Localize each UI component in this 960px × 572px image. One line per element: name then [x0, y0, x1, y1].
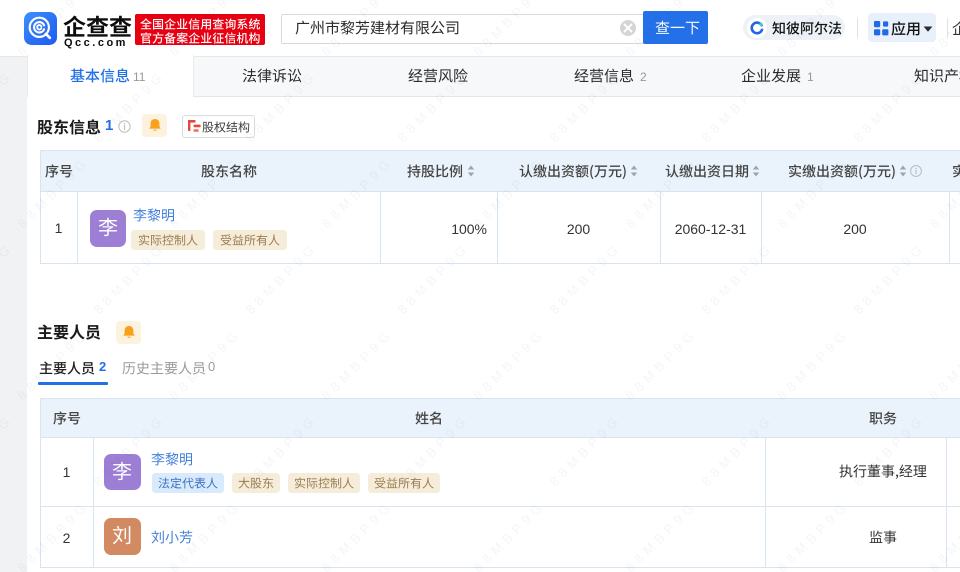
svg-text:88MBP9G: 88MBP9G [775, 325, 853, 403]
svg-text:88MBP9G: 88MBP9G [319, 497, 397, 572]
svg-text:88MBP9G: 88MBP9G [851, 239, 929, 317]
svg-text:88MBP9G: 88MBP9G [699, 239, 777, 317]
svg-text:88MBP9G: 88MBP9G [775, 497, 853, 572]
svg-text:88MBP9G: 88MBP9G [395, 239, 473, 317]
svg-text:88MBP9G: 88MBP9G [319, 325, 397, 403]
svg-text:88MBP9G: 88MBP9G [623, 497, 701, 572]
svg-text:88MBP9G: 88MBP9G [471, 497, 549, 572]
svg-text:88MBP9G: 88MBP9G [623, 325, 701, 403]
svg-text:88MBP9G: 88MBP9G [927, 497, 960, 572]
svg-text:88MBP9G: 88MBP9G [927, 325, 960, 403]
svg-text:88MBP9G: 88MBP9G [91, 239, 169, 317]
svg-text:88MBP9G: 88MBP9G [547, 239, 625, 317]
svg-text:88MBP9G: 88MBP9G [471, 325, 549, 403]
svg-text:88MBP9G: 88MBP9G [243, 239, 321, 317]
